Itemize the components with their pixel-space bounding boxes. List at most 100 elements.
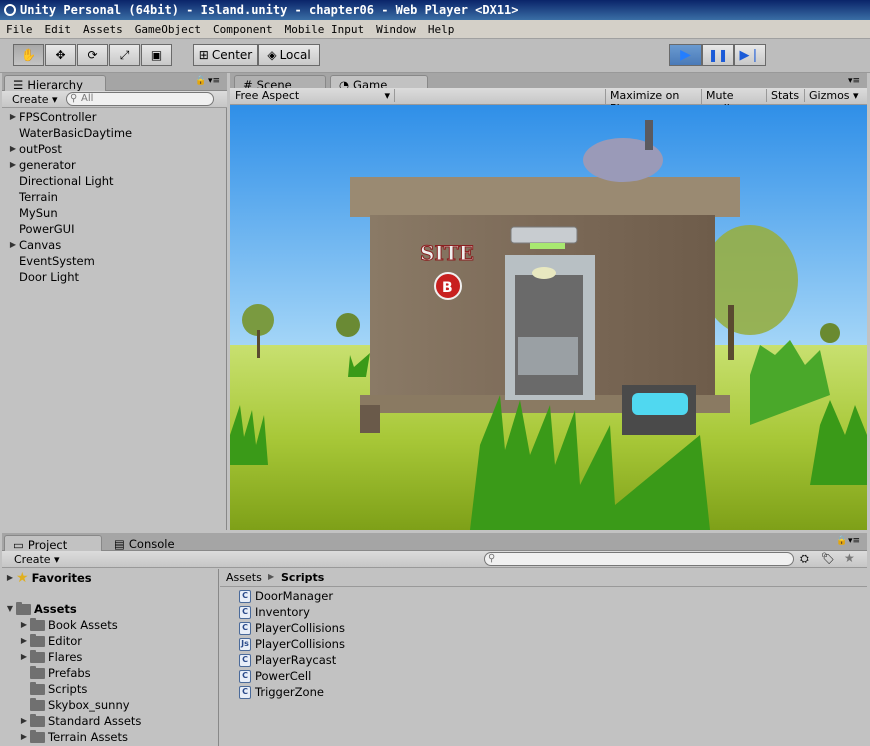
script-item[interactable]: C DoorManager [239, 588, 333, 604]
folder-label: Book Assets [48, 618, 118, 632]
script-label: Inventory [255, 605, 310, 619]
js-script-icon: Js [239, 637, 251, 651]
hierarchy-item[interactable]: Directional Light [7, 173, 114, 189]
collapse-arrow-icon[interactable]: ▼ [4, 601, 16, 617]
rotate-icon: ⟳ [87, 48, 98, 62]
menu-assets[interactable]: Assets [77, 23, 129, 36]
panel-menu-icon[interactable]: ▾≡ [208, 76, 220, 86]
filter-by-label-icon[interactable]: 🏷 [821, 552, 835, 565]
move-tool-button[interactable]: ✥ [45, 44, 76, 66]
favorite-star-icon[interactable]: ★ [844, 551, 855, 565]
folder-item[interactable]: ▶ Standard Assets [18, 713, 141, 729]
play-button[interactable]: ▶ [669, 44, 702, 66]
expand-arrow-icon[interactable]: ▶ [7, 141, 19, 157]
hierarchy-item[interactable]: MySun [7, 205, 58, 221]
menu-edit[interactable]: Edit [39, 23, 78, 36]
hierarchy-search-input[interactable]: ⚲ All [66, 92, 214, 106]
hierarchy-item[interactable]: WaterBasicDaytime [7, 125, 132, 141]
script-item[interactable]: C PowerCell [239, 668, 311, 684]
expand-arrow-icon[interactable]: ▶ [18, 713, 30, 729]
step-button[interactable]: ▶❘ [734, 44, 766, 66]
menu-component[interactable]: Component [207, 23, 279, 36]
game-subbar: Free Aspect▾ Maximize on Play Mute audio… [230, 88, 867, 115]
script-item[interactable]: Js PlayerCollisions [239, 636, 345, 652]
hierarchy-create-dropdown[interactable]: Create ▾ [12, 93, 58, 106]
script-item[interactable]: C Inventory [239, 604, 310, 620]
expand-arrow-icon[interactable]: ▶ [7, 237, 19, 253]
menu-mobile-input[interactable]: Mobile Input [279, 23, 370, 36]
expand-arrow-icon[interactable]: ▶ [7, 109, 19, 125]
project-search-input[interactable]: ⚲ [484, 552, 794, 566]
project-create-dropdown[interactable]: Create ▾ [14, 553, 60, 566]
folder-item[interactable]: ▶ Flares [18, 649, 82, 665]
hand-tool-button[interactable]: ✋ [13, 44, 44, 66]
pause-button[interactable]: ❚❚ [702, 44, 734, 66]
hierarchy-item-label: MySun [19, 206, 58, 220]
folder-item[interactable]: Scripts [18, 681, 87, 697]
hierarchy-item[interactable]: Terrain [7, 189, 58, 205]
favorites-item[interactable]: ▶ ★ Favorites [4, 570, 92, 586]
hierarchy-item-label: PowerGUI [19, 222, 75, 236]
hierarchy-item[interactable]: Door Light [7, 269, 79, 285]
expand-arrow-icon[interactable]: ▶ [7, 157, 19, 173]
hierarchy-item[interactable]: ▶ FPSController [7, 109, 97, 125]
hierarchy-item[interactable]: ▶ Canvas [7, 237, 61, 253]
folder-icon [16, 601, 31, 615]
breadcrumb-current[interactable]: Scripts [281, 571, 324, 584]
expand-arrow-icon[interactable]: ▶ [18, 617, 30, 633]
hierarchy-item[interactable]: EventSystem [7, 253, 95, 269]
game-view[interactable]: SITE B [230, 105, 867, 530]
pivot-center-button[interactable]: ⊞ Center [193, 44, 258, 66]
list-icon: ☰ [13, 78, 24, 92]
hierarchy-item[interactable]: ▶ outPost [7, 141, 62, 157]
filter-by-type-icon[interactable]: ⛭ [800, 552, 809, 566]
pivot-local-button[interactable]: ◈ Local [258, 44, 320, 66]
panel-menu-icon[interactable]: ▾≡ [848, 536, 860, 546]
panel-menu-icon[interactable]: ▾≡ [848, 76, 860, 86]
folder-icon [30, 633, 45, 647]
expand-arrow-icon[interactable]: ▶ [18, 729, 30, 745]
step-icon: ▶❘ [739, 47, 761, 63]
folder-item[interactable]: ▶ Editor [18, 633, 82, 649]
expand-arrow-icon[interactable]: ▶ [18, 649, 30, 665]
menu-help[interactable]: Help [422, 23, 461, 36]
script-item[interactable]: C PlayerCollisions [239, 620, 345, 636]
menu-gameobject[interactable]: GameObject [129, 23, 207, 36]
tab-console[interactable]: ▤ Console [106, 535, 202, 552]
hierarchy-item-label: Terrain [19, 190, 58, 204]
hierarchy-item[interactable]: PowerGUI [7, 221, 75, 237]
rect-tool-button[interactable]: ▣ [141, 44, 172, 66]
script-label: PowerCell [255, 669, 312, 683]
aspect-dropdown[interactable]: Free Aspect ▾ [235, 89, 395, 102]
game-render: SITE B [230, 105, 867, 530]
script-item[interactable]: C TriggerZone [239, 684, 324, 700]
gizmos-dropdown[interactable]: Gizmos ▾ [804, 89, 864, 102]
project-folder-tree: ▶ ★ Favorites ▼ Assets ▶ Book Assets ▶ Edit… [2, 569, 219, 746]
folder-item[interactable]: ▶ Book Assets [18, 617, 118, 633]
lock-icon[interactable]: 🔒 [195, 76, 206, 86]
folder-item[interactable]: ▶ Terrain Assets [18, 729, 128, 745]
folder-label: Flares [48, 650, 83, 664]
play-icon: ▶ [680, 47, 691, 63]
folder-item[interactable]: Prefabs [18, 665, 91, 681]
hierarchy-item-label: FPSController [19, 110, 97, 124]
rotate-tool-button[interactable]: ⟳ [77, 44, 108, 66]
script-list: C DoorManager C Inventory C PlayerCollisions J… [235, 588, 635, 738]
assets-folder-item[interactable]: ▼ Assets [4, 601, 77, 617]
hierarchy-item[interactable]: ▶ generator [7, 157, 76, 173]
site-badge-text: B [442, 280, 453, 296]
scale-tool-button[interactable]: ⤢ [109, 44, 140, 66]
script-label: PlayerRaycast [255, 653, 337, 667]
breadcrumb-root[interactable]: Assets [226, 571, 262, 584]
script-item[interactable]: C PlayerRaycast [239, 652, 336, 668]
menu-file[interactable]: File [0, 23, 39, 36]
expand-arrow-icon[interactable]: ▶ [4, 570, 16, 586]
script-label: PlayerCollisions [255, 637, 345, 651]
expand-arrow-icon[interactable]: ▶ [18, 633, 30, 649]
folder-item[interactable]: Skybox_sunny [18, 697, 130, 713]
menu-window[interactable]: Window [370, 23, 422, 36]
stats-toggle[interactable]: Stats [766, 89, 803, 102]
script-label: DoorManager [255, 589, 334, 603]
lock-icon[interactable]: 🔒 [836, 536, 847, 546]
